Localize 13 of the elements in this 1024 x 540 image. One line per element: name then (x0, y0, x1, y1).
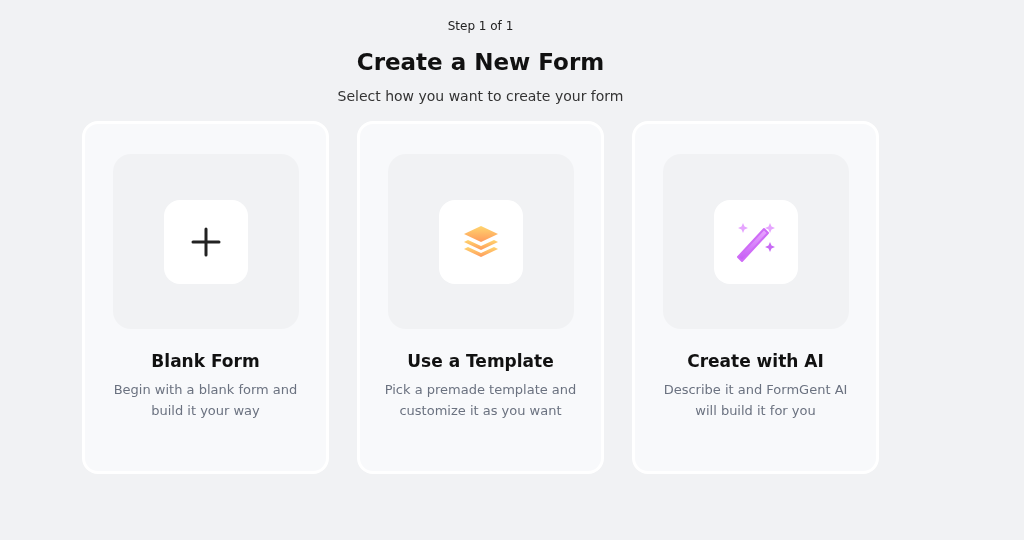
option-description: Pick a premade template and customize it as you want (383, 381, 578, 420)
option-card[interactable]: Create with AI Describe it and FormGent AI will build it for you (632, 121, 879, 474)
plus-icon (190, 226, 221, 257)
option-description: Begin with a blank form and build it your way (112, 381, 299, 420)
option-title: Blank Form (151, 350, 260, 373)
step-indicator: Step 1 of 1 (447, 18, 514, 34)
option-card[interactable]: Use a Template Pick a premade template and customize it as you want (357, 121, 604, 474)
page-title: Create a New Form (356, 48, 605, 77)
option-description: Describe it and FormGent AI will build it for you (662, 381, 849, 420)
option-title: Use a Template (407, 350, 554, 373)
option-card[interactable]: Blank Form Begin with a blank form and build it your way (82, 121, 329, 474)
page-subtitle: Select how you want to create your form (337, 87, 624, 106)
option-title: Create with AI (687, 350, 824, 373)
